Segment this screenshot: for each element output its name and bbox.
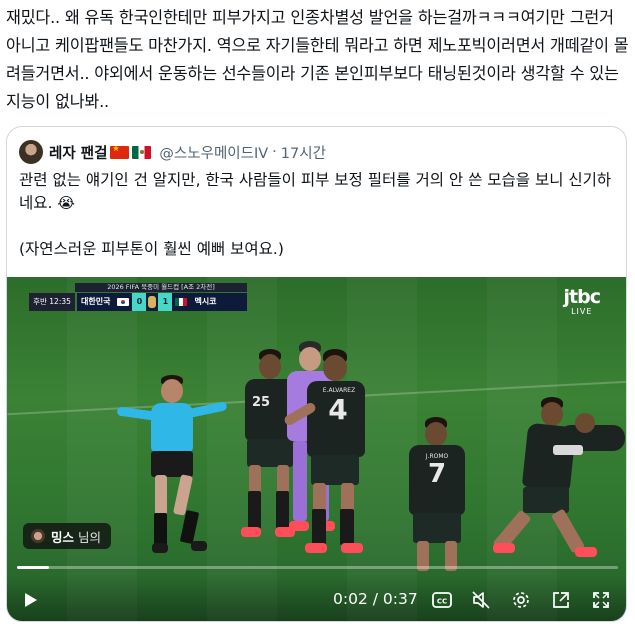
jersey-number-4: 4 — [328, 393, 348, 426]
fullscreen-icon — [593, 592, 609, 608]
play-icon — [25, 593, 37, 607]
play-button[interactable] — [19, 589, 41, 611]
mute-button[interactable] — [470, 589, 492, 611]
tournament-label: 2026 FIFA 북중미 월드컵 [A조 2차전] — [75, 283, 247, 292]
popout-button[interactable] — [550, 589, 572, 611]
referee-figure — [116, 375, 228, 565]
quoted-post-text: 관련 없는 얘기인 건 알지만, 한국 사람들이 피부 보정 필터를 거의 안 … — [19, 169, 615, 261]
post-text: 재밌다.. 왜 유독 한국인한테만 피부가지고 인종차별성 발언을 하는걸까ㅋㅋ… — [6, 8, 629, 111]
korea-flag-icon — [117, 298, 130, 306]
sponsor-name: 밍스 — [51, 529, 75, 545]
quoted-text-line-1: 관련 없는 얘기인 건 알지만, 한국 사람들이 피부 보정 필터를 거의 안 … — [19, 171, 612, 212]
home-team: 대한민국 — [81, 297, 111, 306]
match-clock: 12:35 — [49, 297, 71, 306]
loudly-crying-emoji-icon: 😭 — [57, 194, 75, 212]
quoted-post-card[interactable]: 레자 팬걸 @스노우메이드IV · 17시간 관련 없는 얘기인 건 알지만, … — [6, 126, 627, 622]
period-label: 후반 — [33, 297, 47, 306]
jersey-number-7: 7 — [427, 459, 447, 489]
muted-speaker-icon — [472, 591, 490, 609]
header-separator: · — [272, 144, 277, 160]
settings-button[interactable] — [510, 589, 532, 611]
away-team: 멕시코 — [194, 297, 217, 306]
home-score: 0 — [132, 293, 147, 311]
away-score: 1 — [158, 293, 173, 311]
scorebug: 2026 FIFA 북중미 월드컵 [A조 2차전] 후반 12:35 대한민국… — [29, 283, 247, 313]
closed-captions-icon: CC — [432, 592, 452, 608]
sponsor-avatar-icon — [31, 529, 45, 543]
china-flag-icon — [110, 144, 130, 159]
author-avatar[interactable] — [19, 140, 43, 164]
mexico-flag-icon — [132, 145, 152, 159]
trophy-icon — [148, 296, 157, 308]
quoted-text-line-2: (자연스러운 피부톤이 훨씬 예뻐 보여요.) — [19, 240, 284, 258]
author-name[interactable]: 레자 팬걸 — [49, 142, 107, 163]
popout-icon — [553, 592, 569, 608]
quoted-post-header: 레자 팬걸 @스노우메이드IV · 17시간 — [19, 137, 326, 167]
video-controls: 0:02 / 0:37 CC — [7, 575, 626, 621]
captions-button[interactable]: CC — [431, 589, 453, 611]
svg-text:CC: CC — [437, 598, 447, 606]
live-label: LIVE — [571, 307, 593, 316]
video-player[interactable]: 2026 FIFA 북중미 월드컵 [A조 2차전] 후반 12:35 대한민국… — [7, 277, 626, 621]
video-progress-fill — [17, 566, 50, 569]
sponsor-suffix: 님의 — [78, 529, 102, 545]
post-timestamp[interactable]: 17시간 — [281, 142, 326, 163]
author-handle[interactable]: @스노우메이드IV — [159, 142, 268, 163]
fallen-player-figure — [553, 407, 626, 467]
broadcaster-logo: jtbc LIVE — [563, 286, 601, 317]
score-line: 대한민국 0 1 멕시코 — [77, 293, 247, 311]
match-period: 후반 12:35 — [29, 293, 75, 311]
fullscreen-button[interactable] — [590, 589, 612, 611]
sponsor-badge[interactable]: 밍스 님의 — [23, 523, 112, 549]
jersey-number-25: 25 — [251, 395, 271, 410]
video-progress-bar[interactable] — [17, 566, 618, 569]
player-4-figure: E.ALVAREZ 4 — [282, 349, 377, 569]
mexico-flag-small-icon — [175, 298, 188, 306]
player-7-figure: J.ROMO 7 — [403, 417, 473, 577]
time-readout: 0:02 / 0:37 — [333, 590, 418, 608]
gear-icon — [513, 592, 529, 608]
jtbc-logo-text: jtbc — [563, 286, 601, 308]
